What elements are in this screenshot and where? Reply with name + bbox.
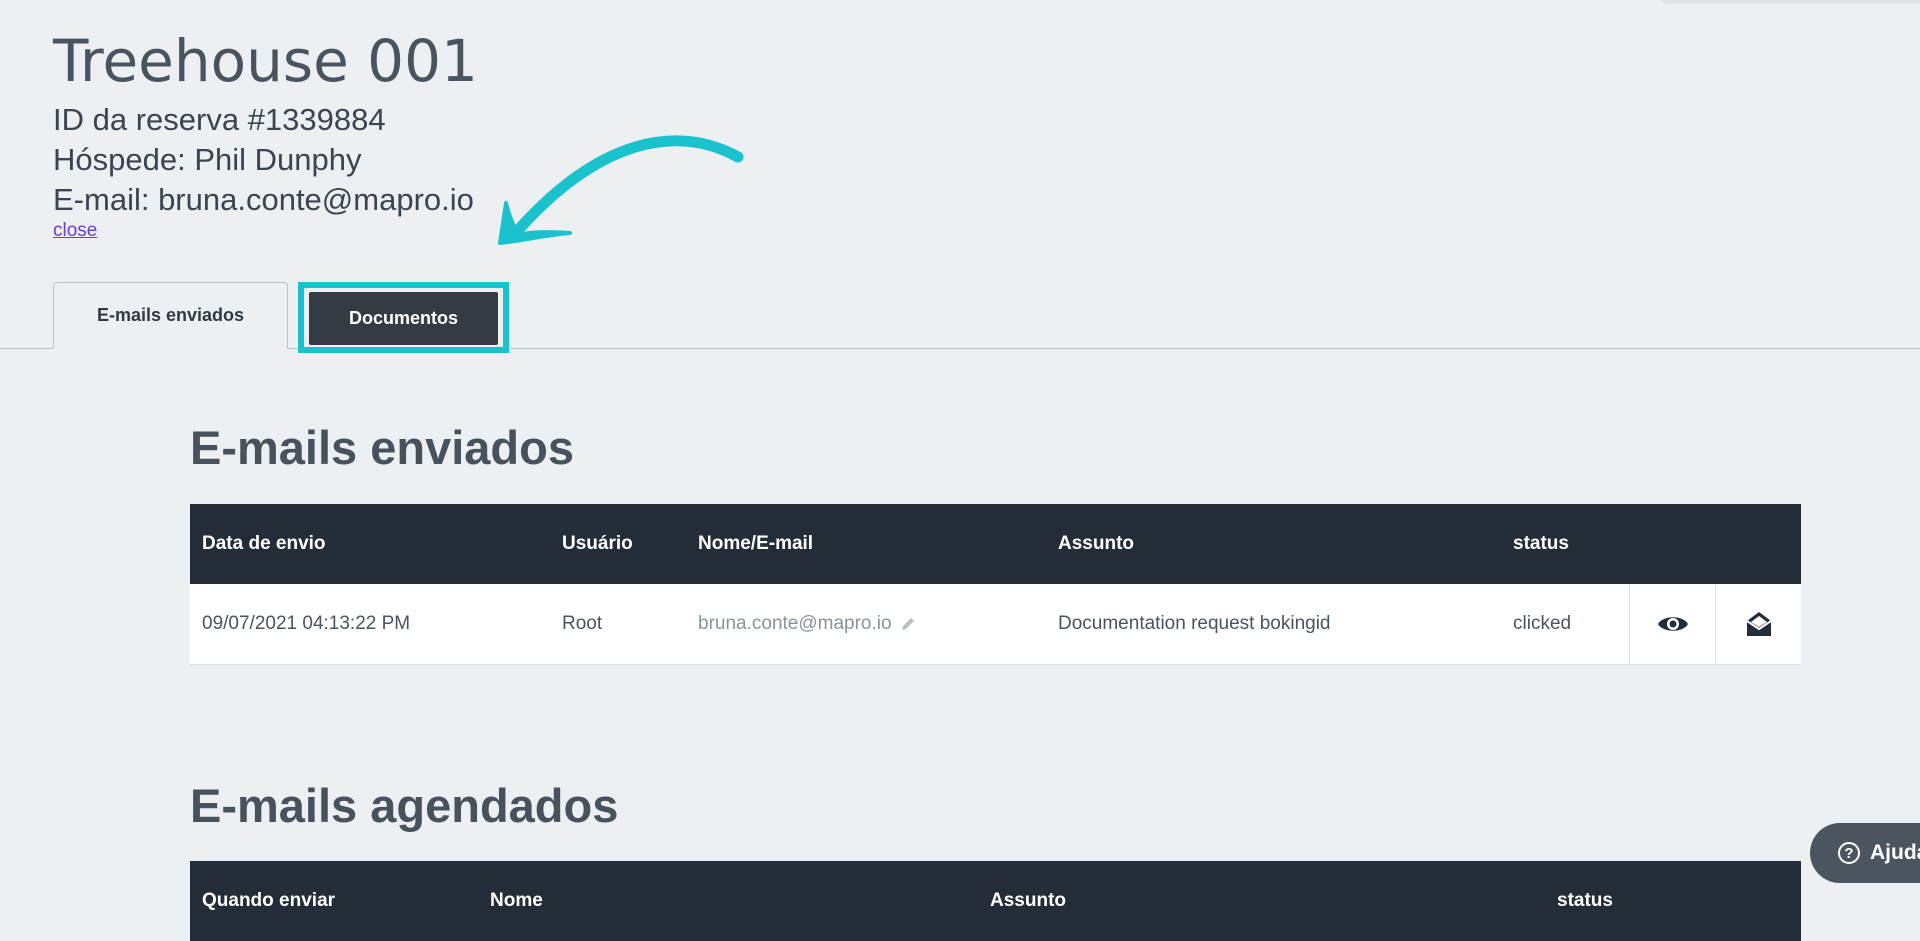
reservation-header: Treehouse 001 ID da reserva #1339884 Hós… xyxy=(53,22,478,242)
resend-email-button[interactable] xyxy=(1715,584,1802,664)
sent-date: 09/07/2021 04:13:22 PM xyxy=(202,613,411,634)
tab-documents[interactable]: Documentos xyxy=(309,292,498,345)
guest-name: Hóspede: Phil Dunphy xyxy=(53,142,362,177)
table-header: Quando enviar Nome Assunto status xyxy=(190,861,1801,941)
tab-bar: E-mails enviados Documentos xyxy=(0,282,1920,353)
table-row: 09/07/2021 04:13:22 PM Root bruna.conte@… xyxy=(190,584,1801,665)
column-header-user: Usuário xyxy=(562,533,633,554)
sent-emails-title: E-mails enviados xyxy=(190,421,574,474)
view-email-button[interactable] xyxy=(1629,584,1716,664)
envelope-open-icon xyxy=(1746,612,1772,636)
tab-sent-emails[interactable]: E-mails enviados xyxy=(53,282,288,349)
eye-icon xyxy=(1658,617,1688,631)
close-link[interactable]: close xyxy=(53,220,97,242)
scheduled-emails-table: Quando enviar Nome Assunto status xyxy=(190,861,1801,941)
help-label: Ajuda xyxy=(1870,841,1920,864)
column-header-name: Nome xyxy=(490,890,543,911)
recipient-email-cell: bruna.conte@mapro.io xyxy=(698,584,916,664)
column-header-status: status xyxy=(1557,890,1613,911)
sent-emails-table: Data de envio Usuário Nome/E-mail Assunt… xyxy=(190,504,1801,665)
pencil-icon[interactable] xyxy=(900,616,916,632)
column-header-subject: Assunto xyxy=(1058,533,1134,554)
reservation-id: ID da reserva #1339884 xyxy=(53,102,386,137)
column-header-subject: Assunto xyxy=(990,890,1066,911)
email-status: clicked xyxy=(1513,613,1572,634)
guest-email: E-mail: bruna.conte@mapro.io xyxy=(53,182,474,217)
help-icon: ? xyxy=(1838,842,1860,864)
column-header-when: Quando enviar xyxy=(202,890,336,911)
recipient-email: bruna.conte@mapro.io xyxy=(698,613,892,634)
scheduled-emails-title: E-mails agendados xyxy=(190,779,619,832)
property-title: Treehouse 001 xyxy=(53,27,478,95)
column-header-name-email: Nome/E-mail xyxy=(698,533,814,554)
column-header-date: Data de envio xyxy=(202,533,326,554)
table-header: Data de envio Usuário Nome/E-mail Assunt… xyxy=(190,504,1801,584)
email-subject: Documentation request bokingid xyxy=(1058,613,1331,634)
column-header-status: status xyxy=(1513,533,1569,554)
curved-arrow-icon xyxy=(498,135,744,245)
sent-user: Root xyxy=(562,613,603,634)
help-button[interactable]: ? Ajuda xyxy=(1810,823,1920,883)
top-panel-edge xyxy=(1660,0,1920,2)
